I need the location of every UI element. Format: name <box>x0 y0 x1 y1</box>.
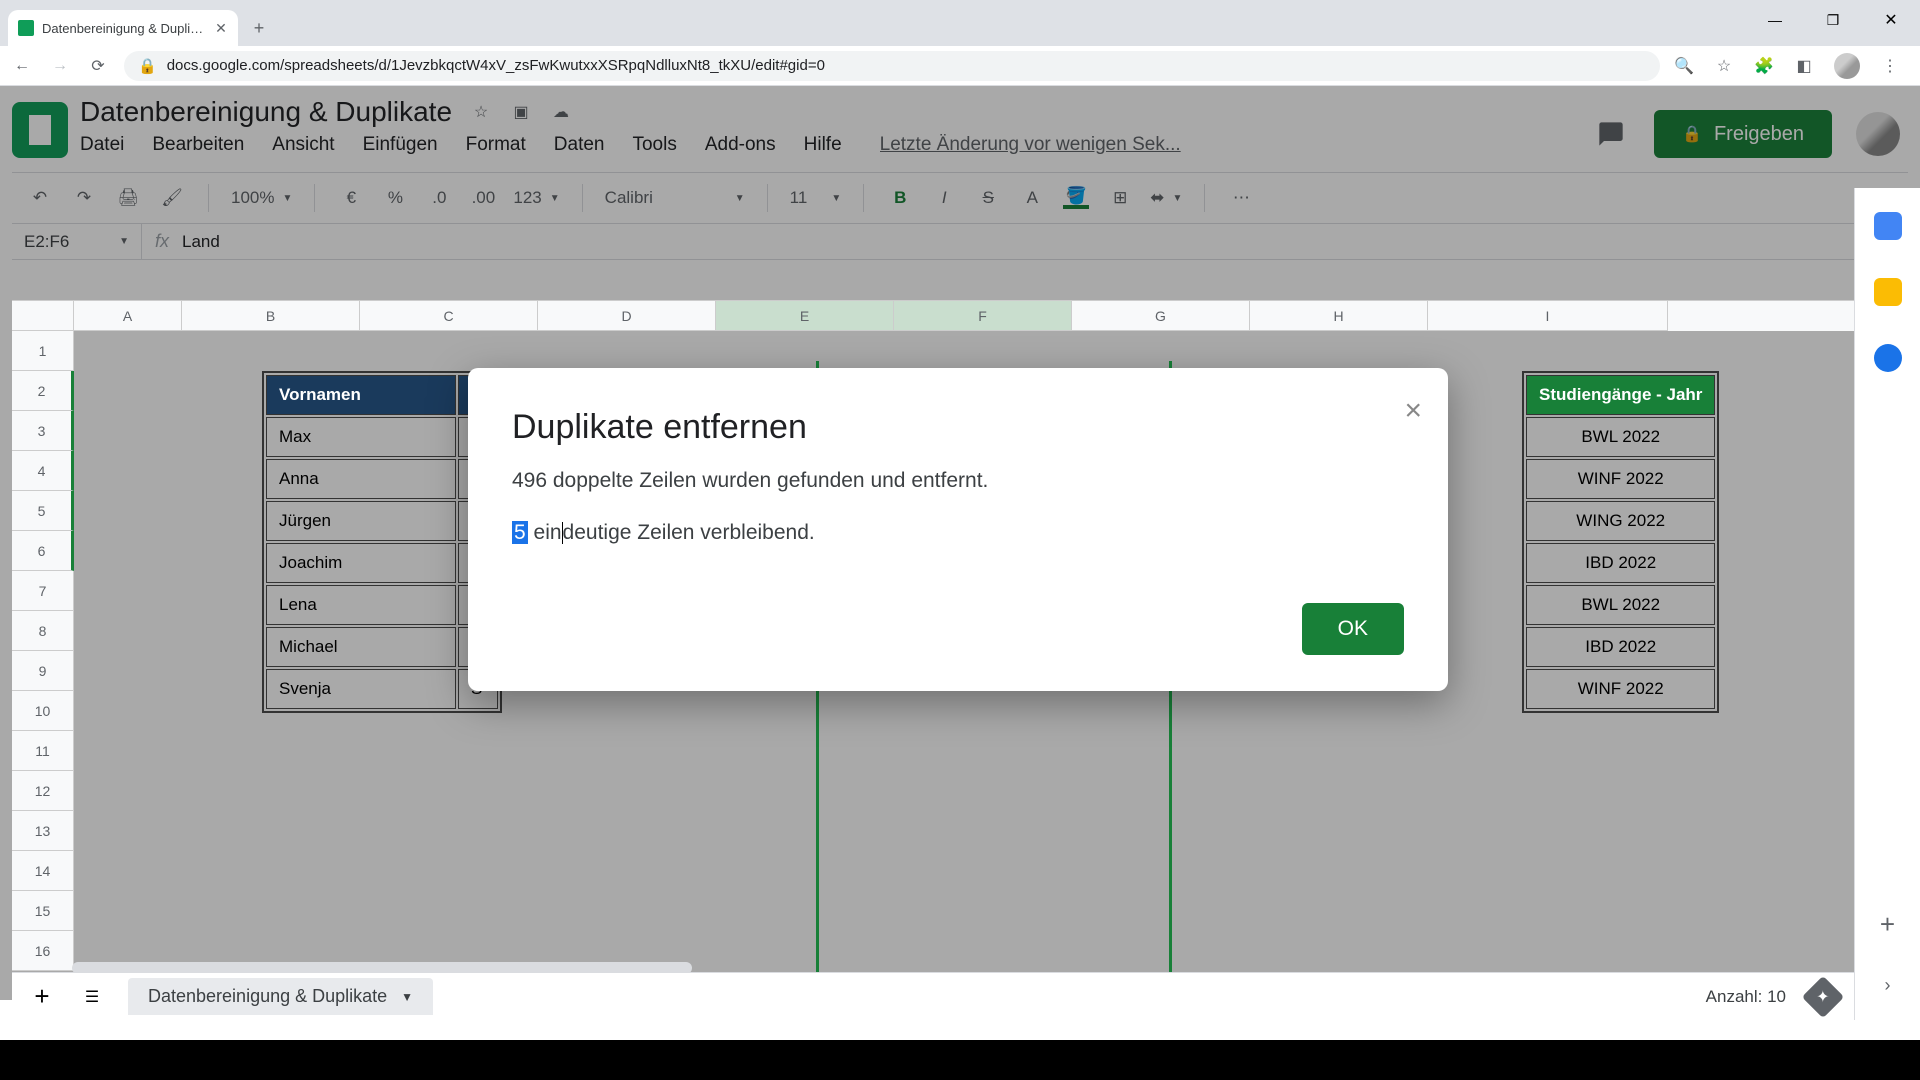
table-row: IBD 2022 <box>1526 543 1715 583</box>
chrome-tab[interactable]: Datenbereinigung & Duplikate - ✕ <box>8 10 238 46</box>
zoom-icon[interactable]: 🔍 <box>1674 56 1694 76</box>
omnibox[interactable]: 🔒 docs.google.com/spreadsheets/d/1Jevzbk… <box>124 51 1660 81</box>
row-header[interactable]: 5 <box>12 491 74 531</box>
row-header[interactable]: 2 <box>12 371 74 411</box>
row-header[interactable]: 13 <box>12 811 74 851</box>
row-header[interactable]: 16 <box>12 931 74 971</box>
column-header[interactable]: C <box>360 301 538 331</box>
selection-count-label[interactable]: Anzahl: 10 <box>1706 987 1786 1007</box>
chrome-tab-strip: Datenbereinigung & Duplikate - ✕ + — ❐ ✕ <box>0 0 1920 46</box>
chrome-menu-icon[interactable]: ⋮ <box>1880 56 1900 76</box>
row-header[interactable]: 3 <box>12 411 74 451</box>
sheet-tab-bar: + ☰ Datenbereinigung & Duplikate ▼ Anzah… <box>12 972 1854 1020</box>
row-header[interactable]: 12 <box>12 771 74 811</box>
table-row: WING 2022 <box>1526 501 1715 541</box>
row-header[interactable]: 4 <box>12 451 74 491</box>
sheets-favicon <box>18 20 34 36</box>
extensions-icon[interactable]: 🧩 <box>1754 56 1774 76</box>
dialog-ok-button[interactable]: OK <box>1302 603 1404 655</box>
table-row: WINF 2022 <box>1526 459 1715 499</box>
explore-button[interactable]: ✦ <box>1802 975 1844 1017</box>
maximize-window-button[interactable]: ❐ <box>1804 0 1862 40</box>
table-header[interactable]: Vornamen <box>266 375 456 415</box>
table-row: SvenjaS <box>266 669 498 709</box>
row-header[interactable]: 11 <box>12 731 74 771</box>
maps-addon-icon[interactable] <box>1874 344 1902 372</box>
row-header[interactable]: 8 <box>12 611 74 651</box>
side-panel-collapse-icon[interactable]: › <box>1885 975 1891 996</box>
lock-icon: 🔒 <box>138 57 157 75</box>
table-row: LenaH <box>266 585 498 625</box>
remove-duplicates-dialog: × Duplikate entfernen 496 doppelte Zeile… <box>468 368 1448 691</box>
get-addons-button[interactable]: + <box>1880 909 1895 940</box>
select-all-corner[interactable] <box>12 301 74 331</box>
calendar-addon-icon[interactable] <box>1874 212 1902 240</box>
column-header[interactable]: G <box>1072 301 1250 331</box>
sheet-tab[interactable]: Datenbereinigung & Duplikate ▼ <box>128 978 433 1015</box>
close-window-button[interactable]: ✕ <box>1862 0 1920 40</box>
row-header[interactable]: 10 <box>12 691 74 731</box>
url-text: docs.google.com/spreadsheets/d/1Jevzbkqc… <box>167 57 1646 74</box>
dialog-message-1: 496 doppelte Zeilen wurden gefunden und … <box>512 469 1404 493</box>
dialog-message-2: 5 eindeutige Zeilen verbleibend. <box>512 521 1404 545</box>
row-header[interactable]: 6 <box>12 531 74 571</box>
add-sheet-button[interactable]: + <box>28 983 56 1011</box>
column-header[interactable]: E <box>716 301 894 331</box>
dialog-title: Duplikate entfernen <box>512 408 1404 447</box>
nav-reload-button[interactable]: ⟳ <box>86 54 110 78</box>
dialog-close-button[interactable]: × <box>1404 394 1422 428</box>
row-header[interactable]: 7 <box>12 571 74 611</box>
nav-back-button[interactable]: ← <box>10 54 34 78</box>
table-row: BWL 2022 <box>1526 585 1715 625</box>
column-header[interactable]: D <box>538 301 716 331</box>
side-panel: + › <box>1854 188 1920 1020</box>
table-row: JürgenF <box>266 501 498 541</box>
data-table: VornamenN MaxM AnnaM JürgenF JoachimM Le… <box>262 371 502 713</box>
chrome-extension-icon[interactable]: ◧ <box>1794 56 1814 76</box>
table-row: WINF 2022 <box>1526 669 1715 709</box>
table-row: AnnaM <box>266 459 498 499</box>
chevron-down-icon[interactable]: ▼ <box>401 990 413 1004</box>
row-header[interactable]: 1 <box>12 331 74 371</box>
column-header[interactable]: B <box>182 301 360 331</box>
row-header[interactable]: 15 <box>12 891 74 931</box>
table-row: MichaelF <box>266 627 498 667</box>
courses-header[interactable]: Studiengänge - Jahr <box>1526 375 1715 415</box>
all-sheets-button[interactable]: ☰ <box>78 983 106 1011</box>
table-row: JoachimM <box>266 543 498 583</box>
row-header[interactable]: 9 <box>12 651 74 691</box>
chrome-address-bar: ← → ⟳ 🔒 docs.google.com/spreadsheets/d/1… <box>0 46 1920 86</box>
column-header[interactable]: F <box>894 301 1072 331</box>
nav-forward-button[interactable]: → <box>48 54 72 78</box>
tab-title: Datenbereinigung & Duplikate - <box>42 21 206 36</box>
row-header[interactable]: 14 <box>12 851 74 891</box>
new-tab-button[interactable]: + <box>244 13 274 43</box>
table-row: BWL 2022 <box>1526 417 1715 457</box>
courses-table: Studiengänge - Jahr BWL 2022 WINF 2022 W… <box>1522 371 1719 713</box>
column-header[interactable]: H <box>1250 301 1428 331</box>
column-header[interactable]: A <box>74 301 182 331</box>
close-icon[interactable]: ✕ <box>214 21 228 35</box>
column-header[interactable]: I <box>1428 301 1668 331</box>
keep-addon-icon[interactable] <box>1874 278 1902 306</box>
chrome-profile-avatar[interactable] <box>1834 53 1860 79</box>
table-row: IBD 2022 <box>1526 627 1715 667</box>
minimize-window-button[interactable]: — <box>1746 0 1804 40</box>
bookmark-star-icon[interactable]: ☆ <box>1714 56 1734 76</box>
table-row: MaxM <box>266 417 498 457</box>
